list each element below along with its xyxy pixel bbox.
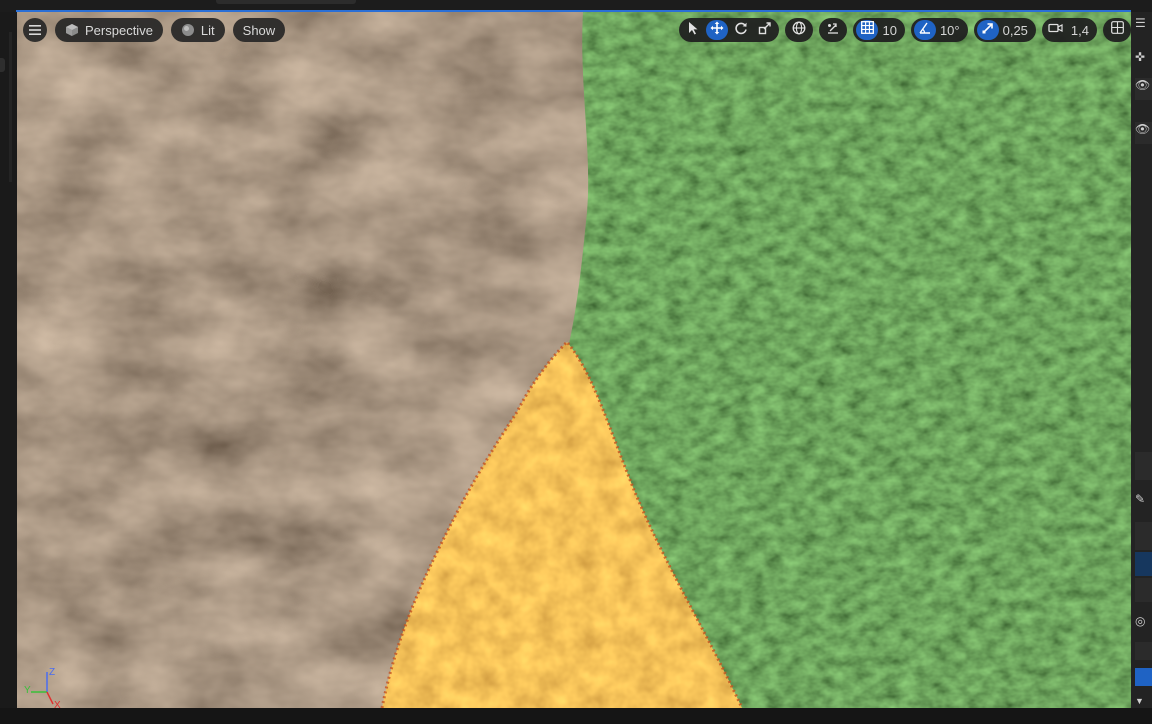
settings-icon[interactable]: ◎ [1135,614,1152,628]
viewport-menu-button[interactable] [23,18,47,42]
cube-icon [65,23,79,37]
scale-snap-icon [981,21,995,40]
sphere-icon [181,23,195,37]
rotation-snap-toggle[interactable] [913,20,936,40]
angle-icon [918,21,932,40]
x-axis-label: X [54,700,61,708]
component-row[interactable] [1135,522,1152,550]
scale-snap-toggle[interactable] [976,20,999,40]
panel-menu-icon[interactable]: ☰ [1135,16,1152,30]
selected-component-row[interactable] [1135,552,1152,576]
grid-snap-group: 10 [853,18,905,42]
left-panel-edge [0,12,17,708]
editor-top-strip [0,0,1152,12]
show-flags-button[interactable]: Show [232,18,286,42]
scale-tool-button[interactable] [754,20,776,40]
rotation-snap-value[interactable]: 10° [938,23,965,38]
right-details-panel-edge: ☰ ✜ 👁 👁 ✎ ◎ ▼ [1131,12,1152,708]
globe-icon [792,21,806,40]
camera-speed-value[interactable]: 1,4 [1069,23,1094,38]
surface-snap-icon [826,21,840,40]
scroll-down-icon[interactable]: ▼ [1135,694,1152,706]
viewport-layout-group [1103,18,1131,42]
viewport-toolbar-left: Perspective Lit Show [23,18,286,42]
surface-snapping-button[interactable] [822,20,844,40]
select-icon [687,21,699,40]
pin-icon[interactable]: ✜ [1135,50,1152,64]
viewport-layout-icon [1110,21,1124,39]
level-viewport[interactable]: Perspective Lit Show 10 10° 0,25 1,4 Z Y… [17,12,1131,708]
grid-snap-value[interactable]: 10 [880,23,901,38]
panel-splitter[interactable] [1135,452,1152,480]
scale-snap-value[interactable]: 0,25 [1001,23,1033,38]
viewport-toolbar-right: 10 10° 0,25 1,4 [679,18,1131,42]
grid-icon [861,21,874,39]
editor-bottom-strip [0,708,1152,724]
left-scrollbar[interactable] [9,32,12,182]
left-panel-tab[interactable] [0,58,5,72]
view-mode-label: Perspective [85,22,153,38]
rotate-tool-button[interactable] [730,20,752,40]
tab-stub[interactable] [216,0,356,4]
surface-snapping-group [819,18,848,42]
rotation-snap-group: 10° [910,18,968,42]
y-axis-label: Y [24,685,31,696]
landscape-render[interactable] [17,12,1131,708]
grid-snap-toggle[interactable] [856,20,879,40]
camera-speed-group[interactable]: 1,4 [1041,18,1097,42]
coordinate-space-button[interactable] [788,20,810,40]
translate-tool-button[interactable] [706,20,729,40]
property-checkbox[interactable] [1135,668,1152,686]
hamburger-icon [29,23,41,38]
rotate-icon [734,21,748,40]
camera-icon [1048,21,1064,39]
scale-icon [758,21,772,40]
lighting-mode-label: Lit [200,22,215,38]
show-flags-label: Show [242,22,276,38]
camera-speed-button[interactable] [1045,20,1067,40]
select-tool-button[interactable] [682,20,704,40]
z-axis-label: Z [49,667,55,678]
view-mode-button[interactable]: Perspective [55,18,163,42]
x-axis-line [46,691,54,705]
lighting-mode-button[interactable]: Lit [170,18,225,42]
translate-icon [710,21,724,40]
component-row-2[interactable] [1135,578,1152,602]
edit-pencil-icon[interactable]: ✎ [1135,492,1152,506]
outliner-visibility-eye-icon-2[interactable]: 👁 [1135,122,1152,144]
property-field[interactable] [1135,642,1152,660]
viewport-layout-button[interactable] [1106,20,1128,40]
transform-tools-group [679,18,780,42]
axis-indicator: Z Y X [24,667,61,708]
scale-snap-group: 0,25 [973,18,1036,42]
coordinate-space-group [785,18,814,42]
outliner-visibility-eye-icon[interactable]: 👁 [1135,78,1152,100]
